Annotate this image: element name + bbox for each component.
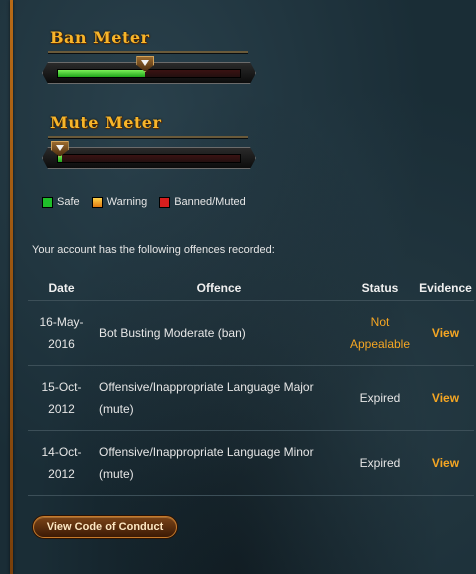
offence-description: Offensive/Inappropriate Language Minor (… (95, 430, 343, 496)
offence-line: Bot Busting Moderate (ban) (99, 325, 246, 340)
date-line: 2012 (48, 401, 75, 416)
view-evidence-link[interactable]: View (432, 326, 459, 340)
warning-swatch-icon (91, 196, 103, 208)
table-row: 16-May- 2016 Bot Busting Moderate (ban) … (28, 300, 474, 366)
table-row: 15-Oct- 2012 Offensive/Inappropriate Lan… (28, 365, 474, 431)
legend-label-safe: Safe (57, 196, 80, 208)
date-line: 2016 (48, 336, 75, 351)
evidence-cell: View (417, 300, 474, 366)
offence-line: Offensive/Inappropriate Language Major (99, 379, 314, 394)
view-evidence-link[interactable]: View (432, 456, 459, 470)
view-code-of-conduct-button[interactable]: View Code of Conduct (33, 516, 177, 538)
status-line: Expired (359, 390, 401, 405)
meter-legend: Safe Warning Banned/Muted (42, 196, 258, 208)
banned-swatch-icon (159, 196, 171, 208)
legend-item-banned: Banned/Muted (159, 196, 246, 208)
offence-line: (mute) (99, 466, 134, 481)
column-header-date: Date (28, 276, 95, 301)
date-line: 14-Oct- (41, 444, 82, 459)
date-line: 16-May- (39, 314, 84, 329)
ban-meter-divider (48, 51, 248, 53)
offence-date: 16-May- 2016 (28, 300, 95, 366)
view-evidence-link[interactable]: View (432, 391, 459, 405)
legend-label-banned: Banned/Muted (174, 196, 246, 208)
column-header-status: Status (343, 276, 417, 301)
ban-meter-track (57, 69, 241, 78)
evidence-cell: View (417, 365, 474, 431)
safe-swatch-icon (42, 196, 53, 208)
offences-intro-text: Your account has the following offences … (32, 244, 275, 256)
evidence-cell: View (417, 430, 474, 496)
legend-item-safe: Safe (42, 196, 80, 208)
offence-date: 14-Oct- 2012 (28, 430, 95, 496)
legend-label-warning: Warning (106, 196, 148, 208)
date-line: 15-Oct- (41, 379, 82, 394)
table-header-row: Date Offence Status Evidence (28, 276, 474, 301)
mute-meter-divider (48, 136, 248, 138)
status-line: Appealable (349, 336, 411, 351)
mute-meter-track (57, 154, 241, 163)
column-header-evidence: Evidence (417, 276, 474, 301)
legend-item-warning: Warning (91, 196, 148, 208)
offence-description: Bot Busting Moderate (ban) (95, 300, 343, 366)
ban-meter-title: Ban Meter (50, 28, 150, 47)
status-line: Expired (359, 455, 401, 470)
offence-line: (mute) (99, 401, 134, 416)
offence-panel: Ban Meter Mute Meter Safe Warning Banned… (0, 0, 476, 574)
date-line: 2012 (48, 466, 75, 481)
panel-left-border (10, 0, 13, 574)
offences-table: Date Offence Status Evidence 16-May- 201… (28, 276, 474, 496)
offence-status: Expired (343, 430, 417, 496)
mute-meter (42, 147, 256, 169)
table-row: 14-Oct- 2012 Offensive/Inappropriate Lan… (28, 430, 474, 496)
mute-meter-title: Mute Meter (50, 113, 162, 132)
offence-status: Not Appealable (343, 300, 417, 366)
offence-line: Offensive/Inappropriate Language Minor (99, 444, 314, 459)
column-header-offence: Offence (95, 276, 343, 301)
offence-date: 15-Oct- 2012 (28, 365, 95, 431)
status-line: Not (370, 314, 390, 329)
offence-status: Expired (343, 365, 417, 431)
ban-meter-fill (58, 70, 145, 77)
offence-description: Offensive/Inappropriate Language Major (… (95, 365, 343, 431)
